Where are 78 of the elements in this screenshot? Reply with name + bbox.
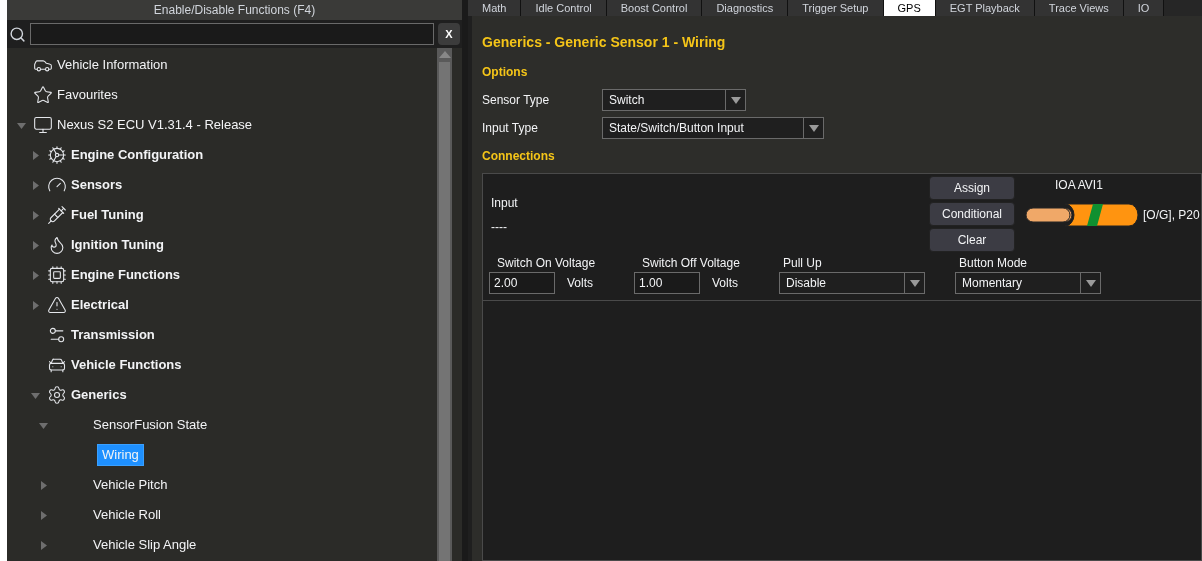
- setting-dropdown[interactable]: Momentary: [955, 272, 1101, 294]
- dropdown-arrow-icon: [730, 96, 741, 104]
- scrollbar-thumb[interactable]: [439, 62, 450, 561]
- field-label: Input Type: [482, 120, 539, 137]
- tree-item[interactable]: Fuel Tuning: [71, 205, 144, 225]
- tree-item[interactable]: Sensors: [71, 175, 123, 195]
- pin-name: IOA AVI1: [1055, 177, 1104, 194]
- section-heading: Connections: [482, 148, 556, 165]
- tree-item[interactable]: Generics: [71, 385, 127, 405]
- tree-item[interactable]: Electrical: [71, 295, 129, 315]
- chip-icon: [47, 265, 67, 285]
- collapsed-caret-icon[interactable]: [31, 210, 40, 220]
- option-dropdown[interactable]: Switch: [602, 89, 746, 111]
- action-button[interactable]: Assign: [929, 176, 1015, 200]
- clear-search-button[interactable]: X: [438, 23, 460, 45]
- tab[interactable]: Boost Control: [606, 0, 703, 16]
- dropdown-arrow-icon: [808, 124, 819, 132]
- field-label: Sensor Type: [482, 92, 551, 109]
- input-label: Input: [491, 195, 519, 212]
- tab[interactable]: Math: [468, 0, 522, 16]
- tree-item[interactable]: Vehicle Slip Angle: [93, 535, 197, 555]
- scrollbar[interactable]: [437, 48, 452, 561]
- tree-item[interactable]: Vehicle Pitch: [93, 475, 168, 495]
- tab[interactable]: Diagnostics: [702, 0, 789, 16]
- collapsed-caret-icon[interactable]: [31, 150, 40, 160]
- collapsed-caret-icon[interactable]: [39, 510, 48, 520]
- gear-icon: [47, 385, 67, 405]
- panel-header: Enable/Disable Functions (F4): [7, 0, 462, 20]
- tree-item[interactable]: Vehicle Roll: [93, 505, 161, 525]
- tab[interactable]: Idle Control: [521, 0, 607, 16]
- option-dropdown[interactable]: State/Switch/Button Input: [602, 117, 824, 139]
- collapsed-caret-icon[interactable]: [31, 240, 40, 250]
- tree-item[interactable]: Vehicle Functions: [71, 355, 182, 375]
- tab[interactable]: Trigger Setup: [788, 0, 884, 16]
- setting-label: Pull Up: [783, 255, 823, 272]
- dropdown-arrow-icon: [1085, 279, 1096, 287]
- scroll-up-arrow-icon[interactable]: [438, 51, 451, 58]
- collapsed-caret-icon[interactable]: [31, 180, 40, 190]
- page-title: Generics - Generic Sensor 1 - Wiring: [482, 33, 727, 52]
- unit-label: Volts: [712, 275, 738, 292]
- voltage-field[interactable]: 1.00: [634, 272, 700, 294]
- tree-item[interactable]: Transmission: [71, 325, 155, 345]
- tab[interactable]: Trace Views: [1034, 0, 1124, 16]
- setting-dropdown[interactable]: Disable: [779, 272, 925, 294]
- star-icon: [33, 85, 53, 105]
- tree-item[interactable]: Nexus S2 ECU V1.31.4 - Release: [57, 115, 253, 135]
- tab[interactable]: EGT Playback: [935, 0, 1035, 16]
- setting-label: Switch Off Voltage: [642, 255, 741, 272]
- tree-item[interactable]: Favourites: [57, 85, 118, 105]
- setting-label: Switch On Voltage: [497, 255, 597, 272]
- dropdown-arrow-icon: [909, 279, 920, 287]
- search-field[interactable]: [30, 23, 434, 45]
- tab[interactable]: GPS: [883, 0, 936, 16]
- collapsed-caret-icon[interactable]: [31, 300, 40, 310]
- setting-label: Button Mode: [959, 255, 1029, 272]
- tree-item[interactable]: Vehicle Information: [57, 55, 168, 75]
- tree-item[interactable]: Engine Functions: [71, 265, 181, 285]
- action-button[interactable]: Clear: [929, 228, 1015, 252]
- wire-label: [O/G], P20: [1143, 207, 1200, 224]
- collapsed-caret-icon[interactable]: [39, 540, 48, 550]
- warning-icon: [47, 295, 67, 315]
- collapsed-caret-icon[interactable]: [39, 480, 48, 490]
- tree-item[interactable]: Ignition Tuning: [71, 235, 164, 255]
- collapsed-caret-icon[interactable]: [31, 270, 40, 280]
- monitor-icon: [33, 115, 53, 135]
- unit-label: Volts: [567, 275, 593, 292]
- section-heading: Options: [482, 64, 529, 81]
- expanded-caret-icon[interactable]: [17, 120, 26, 130]
- expanded-caret-icon[interactable]: [31, 390, 40, 400]
- tree-item[interactable]: Engine Configuration: [71, 145, 204, 165]
- syringe-icon: [47, 205, 67, 225]
- tree-item[interactable]: SensorFusion State: [93, 415, 208, 435]
- voltage-field[interactable]: 2.00: [489, 272, 555, 294]
- expanded-caret-icon[interactable]: [39, 420, 48, 430]
- search-icon: [9, 25, 26, 43]
- input-value: ----: [491, 219, 508, 236]
- action-button[interactable]: Conditional: [929, 202, 1015, 226]
- tab[interactable]: IO: [1123, 0, 1165, 16]
